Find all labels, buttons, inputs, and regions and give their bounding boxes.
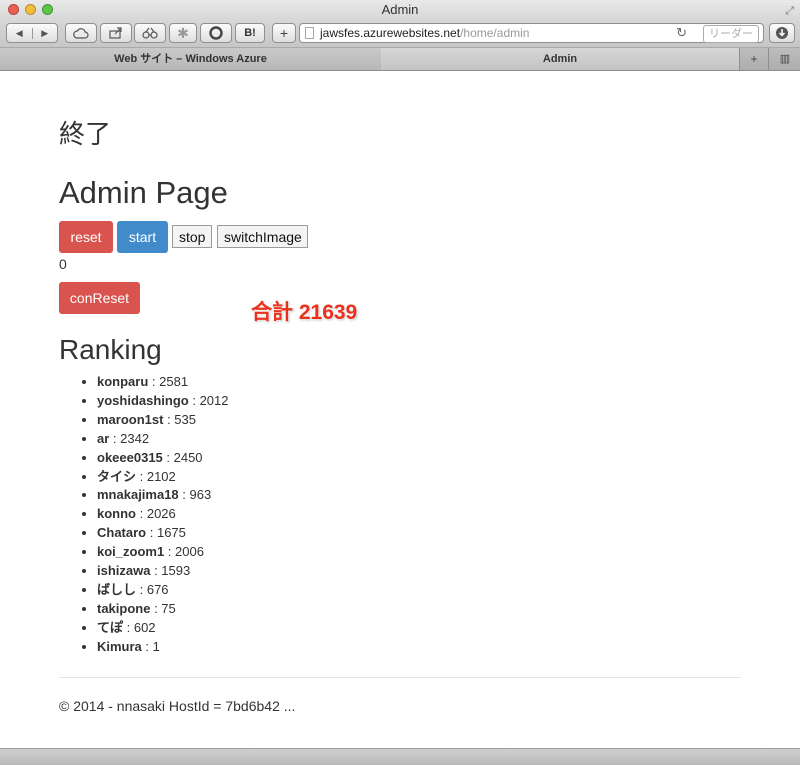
cloud-icon [73, 27, 89, 39]
ranking-player-name: takipone [97, 600, 151, 616]
ranking-item: maroon1st : 535 [97, 411, 497, 430]
download-icon [776, 27, 788, 39]
back-forward-buttons: ◀ ▶ [6, 23, 58, 43]
url-path: /home/admin [460, 26, 530, 40]
ranking-player-name: yoshidashingo [97, 392, 189, 408]
ranking-item: takipone : 75 [97, 600, 497, 619]
reader-button[interactable]: リーダー [703, 25, 759, 43]
url-host: jawsfes.azurewebsites.net [320, 26, 461, 40]
ranking-item: yoshidashingo : 2012 [97, 392, 497, 411]
counter-value: 0 [59, 256, 67, 272]
ranking-player-name: ishizawa [97, 563, 151, 579]
start-button[interactable]: start [117, 221, 168, 253]
ranking-player-score: : 2026 [136, 506, 176, 522]
ranking-player-score: : 2450 [162, 449, 203, 465]
page-icon [305, 27, 314, 39]
ranking-player-score: : 1675 [146, 525, 186, 541]
ranking-item: mnakajima18 : 963 [97, 486, 497, 505]
footer-divider [59, 677, 741, 678]
extension-circle-button[interactable] [200, 23, 232, 43]
ranking-player-name: konparu [97, 374, 149, 389]
ranking-item: てぽ : 602 [97, 619, 497, 638]
ranking-player-name: ar [97, 430, 110, 446]
close-window-button[interactable] [8, 4, 19, 15]
glasses-icon [142, 27, 158, 39]
tab-azure[interactable]: Web サイト – Windows Azure [0, 48, 382, 70]
con-reset-button[interactable]: conReset [59, 282, 140, 314]
ranking-item: ishizawa : 1593 [97, 562, 497, 581]
stop-button[interactable]: stop [172, 225, 212, 248]
ranking-player-score: : 963 [178, 487, 212, 503]
extension-button[interactable]: ✱ [169, 23, 197, 43]
reading-list-button[interactable] [134, 23, 166, 43]
window-title: Admin [381, 2, 419, 17]
minimize-window-button[interactable] [25, 4, 36, 15]
ranking-player-name: ばしし [97, 581, 137, 597]
ring-icon [209, 26, 223, 40]
tab-bar: Web サイト – Windows Azure Admin + ▥ [0, 48, 800, 71]
forward-button[interactable]: ▶ [33, 28, 58, 39]
add-bookmark-button[interactable]: + [272, 23, 296, 43]
icloud-tabs-button[interactable] [65, 23, 97, 43]
window-titlebar: Admin ⤢ [0, 0, 800, 19]
ranking-player-score: : 75 [150, 600, 176, 616]
ranking-player-score: : 2012 [188, 392, 229, 408]
downloads-button[interactable] [769, 23, 795, 43]
asterisk-icon: ✱ [177, 24, 189, 41]
url-text[interactable]: jawsfes.azurewebsites.net/home/admin [320, 24, 529, 42]
ranking-player-score: : 2006 [164, 544, 204, 560]
ranking-list: konparu : 2581yoshidashingo : 2012maroon… [59, 373, 497, 657]
share-button[interactable] [100, 23, 132, 43]
ranking-item: konparu : 2581 [97, 373, 497, 392]
ranking-player-name: koi_zoom1 [97, 544, 165, 560]
ranking-item: Kimura : 1 [97, 638, 497, 657]
ranking-player-name: タイシ [97, 468, 137, 484]
ranking-player-score: : 602 [123, 619, 156, 635]
total-annotation: 合計 21639 [251, 301, 358, 324]
switch-image-button[interactable]: switchImage [217, 225, 308, 248]
traffic-lights [8, 4, 53, 15]
ranking-player-score: : 1 [141, 638, 160, 654]
footer-text: © 2014 - nnasaki HostId = 7bd6b42 ... [59, 698, 296, 714]
ranking-item: タイシ : 2102 [97, 468, 497, 487]
ranking-player-name: mnakajima18 [97, 487, 179, 503]
ranking-player-name: Kimura [97, 638, 142, 654]
zoom-window-button[interactable] [42, 4, 53, 15]
share-icon [109, 27, 122, 39]
ranking-item: Chataro : 1675 [97, 524, 497, 543]
ranking-item: ar : 2342 [97, 430, 497, 449]
ranking-player-name: maroon1st [97, 411, 164, 427]
ranking-player-score: : 2102 [136, 468, 176, 484]
address-bar[interactable]: jawsfes.azurewebsites.net/home/admin ↻ リ… [299, 23, 764, 43]
ranking-item: okeee0315 : 2450 [97, 449, 497, 468]
reload-icon[interactable]: ↻ [676, 24, 687, 42]
new-tab-button[interactable]: + [740, 48, 769, 70]
ranking-player-score: : 535 [163, 411, 196, 427]
browser-toolbar: ◀ ▶ ✱ B! + jawsfes.azurewebsites.net/hom… [0, 19, 800, 48]
ranking-item: ばしし : 676 [97, 581, 497, 600]
ranking-player-name: okeee0315 [97, 449, 163, 465]
ranking-item: koi_zoom1 : 2006 [97, 543, 497, 562]
ranking-player-name: konno [97, 506, 136, 522]
back-button[interactable]: ◀ [7, 27, 33, 39]
ranking-player-name: てぽ [97, 619, 124, 635]
ranking-title: Ranking [59, 334, 162, 365]
ranking-item: konno : 2026 [97, 505, 497, 524]
hatena-bookmark-button[interactable]: B! [235, 23, 265, 43]
ranking-player-score: : 2581 [148, 374, 189, 389]
status-bar [0, 748, 800, 765]
ranking-player-score: : 2342 [109, 430, 150, 446]
reset-button[interactable]: reset [59, 221, 113, 253]
ranking-player-score: : 1593 [150, 563, 191, 579]
ranking-player-name: Chataro [97, 525, 147, 541]
tab-overview-icon[interactable]: ▥ [770, 48, 800, 70]
ranking-player-score: : 676 [136, 581, 169, 597]
tab-admin[interactable]: Admin [381, 48, 740, 70]
status-heading: 終了 [59, 119, 112, 149]
page-title: Admin Page [59, 175, 228, 210]
